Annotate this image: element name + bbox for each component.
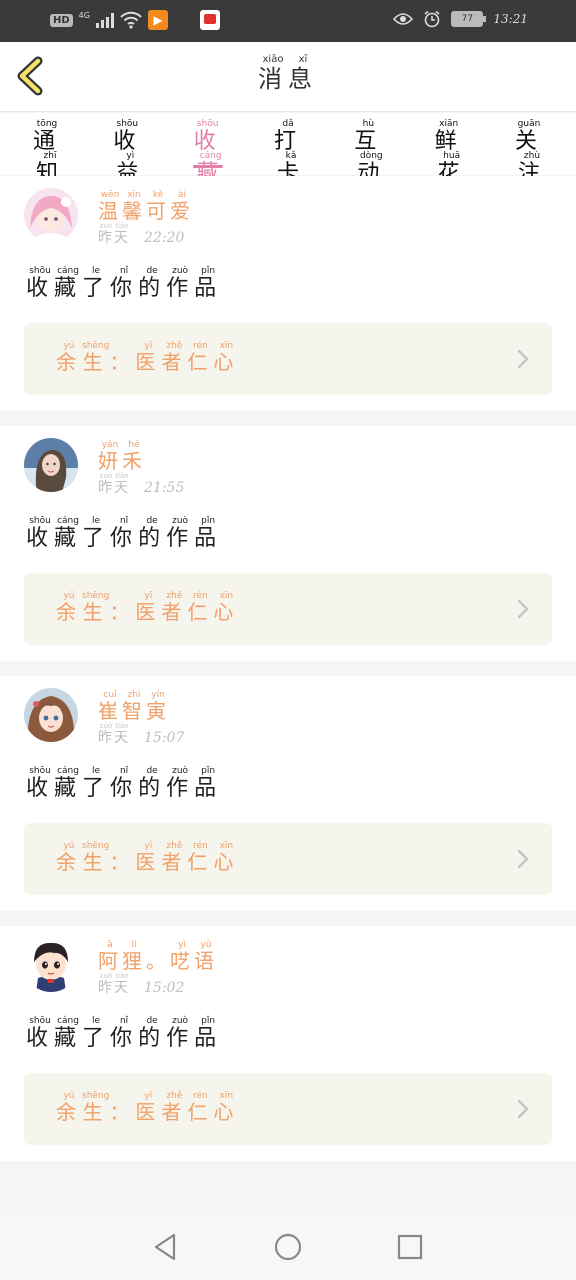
work-link[interactable]: 余yú生shēng：医yī者zhě仁rén心xīn <box>24 823 552 895</box>
tab-3[interactable]: 打dǎ卡kǎ <box>263 113 313 186</box>
message-clock: 22:20 <box>144 230 185 246</box>
network-type: 4G <box>78 10 90 20</box>
work-title: 余yú生shēng：医yī者zhě仁rén心xīn <box>56 341 240 374</box>
username[interactable]: 妍yán禾hé <box>98 440 146 474</box>
system-nav-bar <box>0 1212 576 1280</box>
chevron-right-icon <box>517 599 529 619</box>
message-time: 昨zuó天tiān 15:02 <box>98 972 184 997</box>
video-app-icon <box>199 10 220 30</box>
username[interactable]: 温wēn馨xīn可kě爱ài <box>98 190 194 224</box>
work-link[interactable]: 余yú生shēng：医yī者zhě仁rén心xīn <box>24 323 552 395</box>
message-clock: 15:02 <box>144 980 185 996</box>
tab-bar: 通tōng知zhī 收shōu益yì 收shōu藏cáng 打dǎ卡kǎ 互hù动dòn… <box>0 113 576 186</box>
message-day: 昨zuó天tiān <box>98 472 130 496</box>
message-time: 昨zuó天tiān 21:55 <box>98 472 184 497</box>
message-day: 昨zuó天tiān <box>98 972 130 996</box>
message-day: 昨zuó天tiān <box>98 222 130 246</box>
home-circle-icon[interactable] <box>273 1232 303 1262</box>
page-title: 消xiāo息xī <box>258 54 318 93</box>
header: 消xiāo息xī <box>0 42 576 112</box>
signal-icon <box>95 12 114 28</box>
battery-icon: 77 <box>451 11 487 27</box>
message-action-text: 收shōu藏cáng了le你nǐ的de作zuò品pǐn <box>26 1016 223 1051</box>
message-day: 昨zuó天tiān <box>98 722 130 746</box>
work-link[interactable]: 余yú生shēng：医yī者zhě仁rén心xīn <box>24 573 552 645</box>
avatar[interactable] <box>24 188 78 242</box>
tab-6[interactable]: 关guān注zhù <box>504 113 554 186</box>
eye-icon <box>393 13 414 25</box>
app-notification-icon: ▶ <box>147 10 168 30</box>
chevron-right-icon <box>517 1099 529 1119</box>
alarm-icon <box>424 10 440 28</box>
tab-2[interactable]: 收shōu藏cáng <box>183 113 233 186</box>
message-time: 昨zuó天tiān 15:07 <box>98 722 184 747</box>
message-card: 妍yán禾hé 昨zuó天tiān 21:55 收shōu藏cáng了le你nǐ的de… <box>0 426 576 661</box>
message-card: 崔cuī智zhì寅yín 昨zuó天tiān 15:07 收shōu藏cáng了le你… <box>0 676 576 911</box>
work-title: 余yú生shēng：医yī者zhě仁rén心xīn <box>56 1091 240 1124</box>
message-clock: 15:07 <box>144 730 185 746</box>
message-list: 温wēn馨xīn可kě爱ài 昨zuó天tiān22:20 收shōu藏cáng了l… <box>0 176 576 1161</box>
message-action-text: 收shōu藏cáng了le你nǐ的de作zuò品pǐn <box>26 516 223 551</box>
tab-1[interactable]: 收shōu益yì <box>102 113 152 186</box>
username[interactable]: 阿ā狸lí。呓yì语yǔ <box>98 940 218 974</box>
work-title: 余yú生shēng：医yī者zhě仁rén心xīn <box>56 591 240 624</box>
message-action-text: 收shōu藏cáng了le你nǐ的de作zuò品pǐn <box>26 766 223 801</box>
message-card: 阿ā狸lí。呓yì语yǔ 昨zuó天tiān 15:02 收shōu藏cáng了le你… <box>0 926 576 1161</box>
message-card: 温wēn馨xīn可kě爱ài 昨zuó天tiān 22:20 收shōu藏cáng了l… <box>0 176 576 411</box>
username[interactable]: 崔cuī智zhì寅yín <box>98 690 170 724</box>
clock: 13:21 <box>493 12 528 26</box>
chevron-right-icon <box>517 849 529 869</box>
avatar[interactable] <box>24 438 78 492</box>
message-time: 昨zuó天tiān 22:20 <box>98 222 184 247</box>
hd-badge: HD <box>50 13 73 27</box>
tab-active-indicator <box>192 165 223 168</box>
work-title: 余yú生shēng：医yī者zhě仁rén心xīn <box>56 841 240 874</box>
message-clock: 21:55 <box>144 480 185 496</box>
wifi-icon <box>120 11 142 29</box>
message-action-text: 收shōu藏cáng了le你nǐ的de作zuò品pǐn <box>26 266 223 301</box>
avatar[interactable] <box>24 938 78 992</box>
tab-4[interactable]: 互hù动dòng <box>343 113 393 186</box>
chevron-right-icon <box>517 349 529 369</box>
work-link[interactable]: 余yú生shēng：医yī者zhě仁rén心xīn <box>24 1073 552 1145</box>
status-bar: HD 4G ▶ 77 13:21 <box>0 0 576 42</box>
tab-0[interactable]: 通tōng知zhī <box>22 113 72 186</box>
back-triangle-icon[interactable] <box>151 1232 181 1262</box>
tab-5[interactable]: 鲜xiān花huā <box>424 113 474 186</box>
avatar[interactable] <box>24 688 78 742</box>
recents-square-icon[interactable] <box>395 1232 425 1262</box>
